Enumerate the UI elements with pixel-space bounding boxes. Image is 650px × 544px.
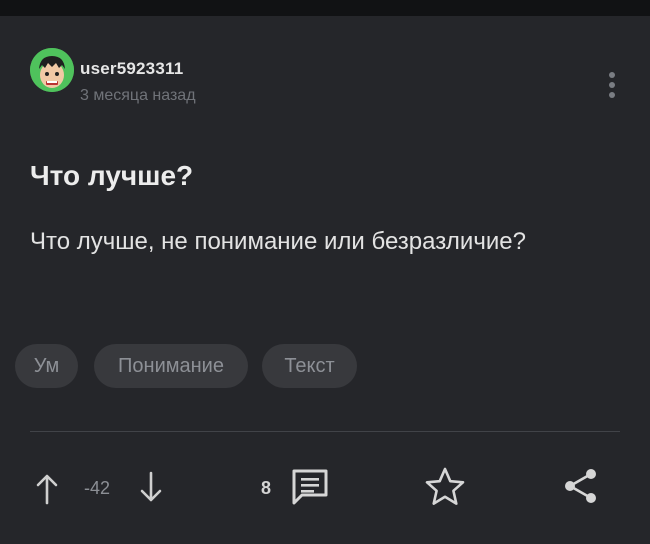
tag-ponimanie[interactable]: Понимание	[94, 344, 248, 388]
tag-tekst[interactable]: Текст	[262, 344, 357, 388]
arrow-down-icon[interactable]	[138, 470, 164, 504]
tag-um[interactable]: Ум	[15, 344, 78, 388]
rating-value: -42	[84, 478, 111, 498]
status-bar	[0, 0, 650, 16]
arrow-up-icon[interactable]	[34, 472, 60, 506]
star-icon[interactable]	[424, 466, 466, 508]
divider	[30, 431, 620, 432]
avatar-image	[30, 48, 74, 92]
post-body: Что лучше, не понимание или безразличие?	[30, 228, 526, 255]
comment-icon[interactable]	[290, 467, 330, 507]
post-time: 3 месяца назад	[80, 87, 196, 104]
comments-count[interactable]: 8	[261, 478, 271, 499]
share-icon[interactable]	[561, 466, 601, 506]
avatar[interactable]	[30, 48, 74, 92]
more-vertical-icon[interactable]	[605, 72, 619, 104]
post-title[interactable]: Что лучше?	[30, 160, 193, 192]
author-name[interactable]: user5923311	[80, 59, 183, 79]
